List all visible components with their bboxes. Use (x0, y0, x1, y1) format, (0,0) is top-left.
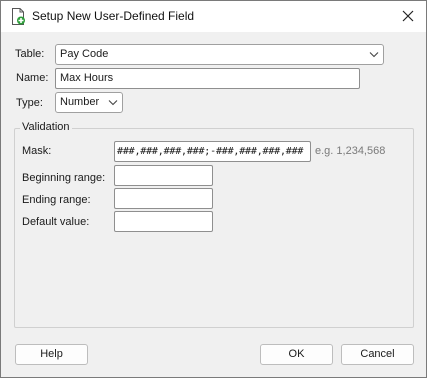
mask-input[interactable]: ###,###,###,###;-###,###,###,### (114, 141, 311, 162)
ok-button[interactable]: OK (260, 344, 333, 365)
title-bar: Setup New User-Defined Field (1, 1, 426, 32)
default-value-input[interactable] (114, 211, 213, 232)
name-label: Name: (16, 72, 49, 84)
table-select[interactable]: Pay Code (55, 44, 384, 65)
type-select-value: Number (60, 96, 100, 108)
help-button[interactable]: Help (15, 344, 88, 365)
chevron-down-icon (369, 52, 379, 58)
new-document-icon (12, 8, 25, 25)
table-label: Table: (15, 48, 45, 60)
ending-range-label: Ending range: (22, 194, 91, 206)
setup-udf-dialog: Setup New User-Defined Field Table: Pay … (0, 0, 427, 378)
type-select[interactable]: Number (55, 92, 123, 113)
default-value-label: Default value: (22, 216, 90, 228)
cancel-button[interactable]: Cancel (341, 344, 414, 365)
beginning-range-input[interactable] (114, 165, 213, 186)
dialog-title: Setup New User-Defined Field (32, 9, 195, 23)
mask-label: Mask: (22, 145, 52, 157)
name-input[interactable]: Max Hours (55, 68, 360, 89)
validation-group-title: Validation (20, 121, 72, 133)
type-label: Type: (16, 97, 43, 109)
chevron-down-icon (108, 100, 118, 106)
mask-example: e.g. 1,234,568 (315, 145, 386, 157)
beginning-range-label: Beginning range: (22, 172, 106, 184)
ending-range-input[interactable] (114, 188, 213, 209)
close-icon[interactable] (400, 8, 416, 24)
table-select-value: Pay Code (60, 48, 109, 60)
